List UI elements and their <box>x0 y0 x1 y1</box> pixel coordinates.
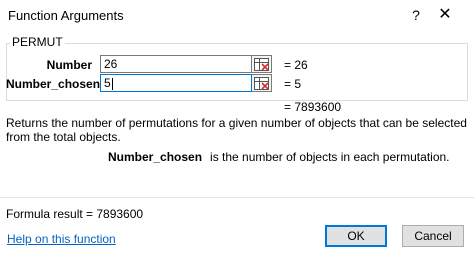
range-select-icon <box>254 58 269 71</box>
divider <box>0 197 474 198</box>
function-name: PERMUT <box>10 35 65 49</box>
number-collapse-button[interactable] <box>252 55 272 73</box>
number-chosen-evaluated: = 5 <box>284 77 302 91</box>
close-icon[interactable]: ✕ <box>430 4 460 26</box>
cancel-button[interactable]: Cancel <box>402 225 464 247</box>
result-preview: = 7893600 <box>284 100 342 114</box>
title-bar: Function Arguments ? ✕ <box>0 0 474 30</box>
number-chosen-collapse-button[interactable] <box>252 74 272 92</box>
number-value: 26 <box>104 57 118 71</box>
text-caret <box>111 77 113 90</box>
number-input[interactable]: 26 <box>100 55 252 73</box>
number-chosen-input[interactable]: 5 <box>100 74 252 92</box>
number-evaluated: = 26 <box>284 58 308 72</box>
number-chosen-label: Number_chosen <box>6 77 101 91</box>
help-link[interactable]: Help on this function <box>7 232 116 246</box>
function-description: Returns the number of permutations for a… <box>6 116 467 144</box>
ok-button[interactable]: OK <box>325 225 387 247</box>
help-icon[interactable]: ? <box>404 4 428 26</box>
argument-help: Number_chosen is the number of objects in… <box>108 150 450 164</box>
formula-result: Formula result = 7893600 <box>6 207 144 221</box>
window-title: Function Arguments <box>8 8 124 23</box>
number-label: Number <box>46 58 92 72</box>
range-select-icon <box>254 77 269 90</box>
number-chosen-value: 5 <box>104 76 111 90</box>
argument-help-text: is the number of objects in each permuta… <box>210 150 450 164</box>
argument-help-name: Number_chosen <box>108 150 203 164</box>
